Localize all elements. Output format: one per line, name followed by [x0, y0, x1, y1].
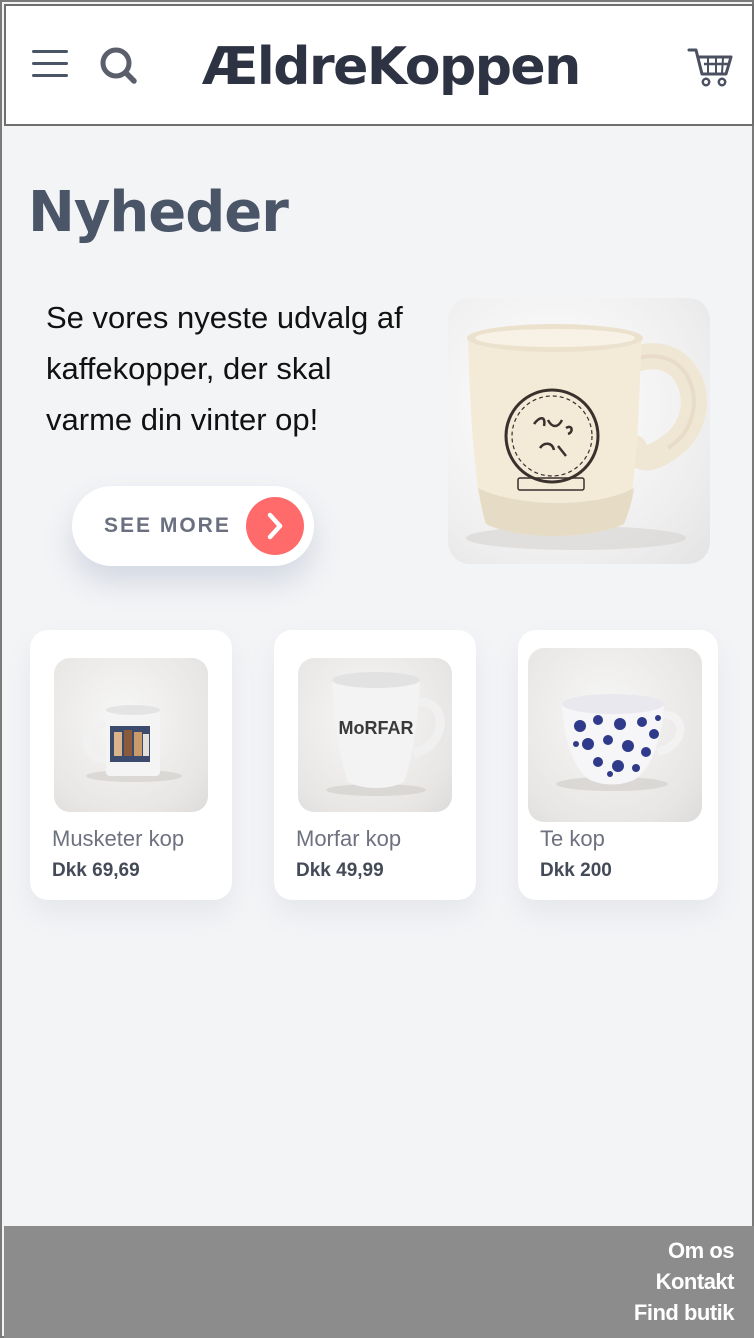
product-price: Dkk 49,99: [296, 860, 384, 881]
hero-description: Se vores nyeste udvalg af kaffekopper, d…: [46, 300, 403, 437]
product-name: Te kop: [540, 826, 605, 851]
product-image: MoRFAR: [298, 658, 452, 812]
product-name: Musketer kop: [52, 826, 185, 851]
see-more-label: SEE MORE: [104, 514, 231, 537]
product-price: Dkk 200: [540, 860, 612, 881]
product-card-musketer[interactable]: Musketer kop Dkk 69,69: [30, 630, 232, 900]
hero-mug-image[interactable]: [448, 298, 710, 564]
top-navigation-bar: ÆldreKoppen: [4, 4, 754, 126]
page-title: Nyheder: [28, 180, 289, 245]
product-card-te[interactable]: Te kop Dkk 200: [518, 630, 718, 900]
site-footer: Om os Kontakt Find butik: [4, 1226, 754, 1338]
product-price: Dkk 69,69: [52, 860, 140, 881]
product-image: [54, 658, 208, 812]
brand-logo[interactable]: ÆldreKoppen: [202, 32, 582, 102]
chevron-right-icon: [246, 497, 304, 555]
mug-print-text: MoRFAR: [339, 718, 414, 738]
footer-link-find-butik[interactable]: Find butik: [634, 1300, 735, 1326]
see-more-button[interactable]: SEE MORE: [72, 486, 314, 566]
footer-link-om-os[interactable]: Om os: [668, 1238, 734, 1264]
product-name: Morfar kop: [296, 826, 402, 851]
product-card-morfar[interactable]: MoRFAR Morfar kop Dkk 49,99: [274, 630, 476, 900]
hamburger-menu-icon[interactable]: [30, 46, 72, 82]
search-icon[interactable]: [98, 46, 140, 88]
product-image: [528, 648, 702, 822]
footer-link-kontakt[interactable]: Kontakt: [656, 1269, 735, 1295]
app-frame: ÆldreKoppen Nyheder Se vores nyeste udva…: [0, 0, 754, 1338]
shopping-cart-icon[interactable]: [686, 44, 734, 92]
